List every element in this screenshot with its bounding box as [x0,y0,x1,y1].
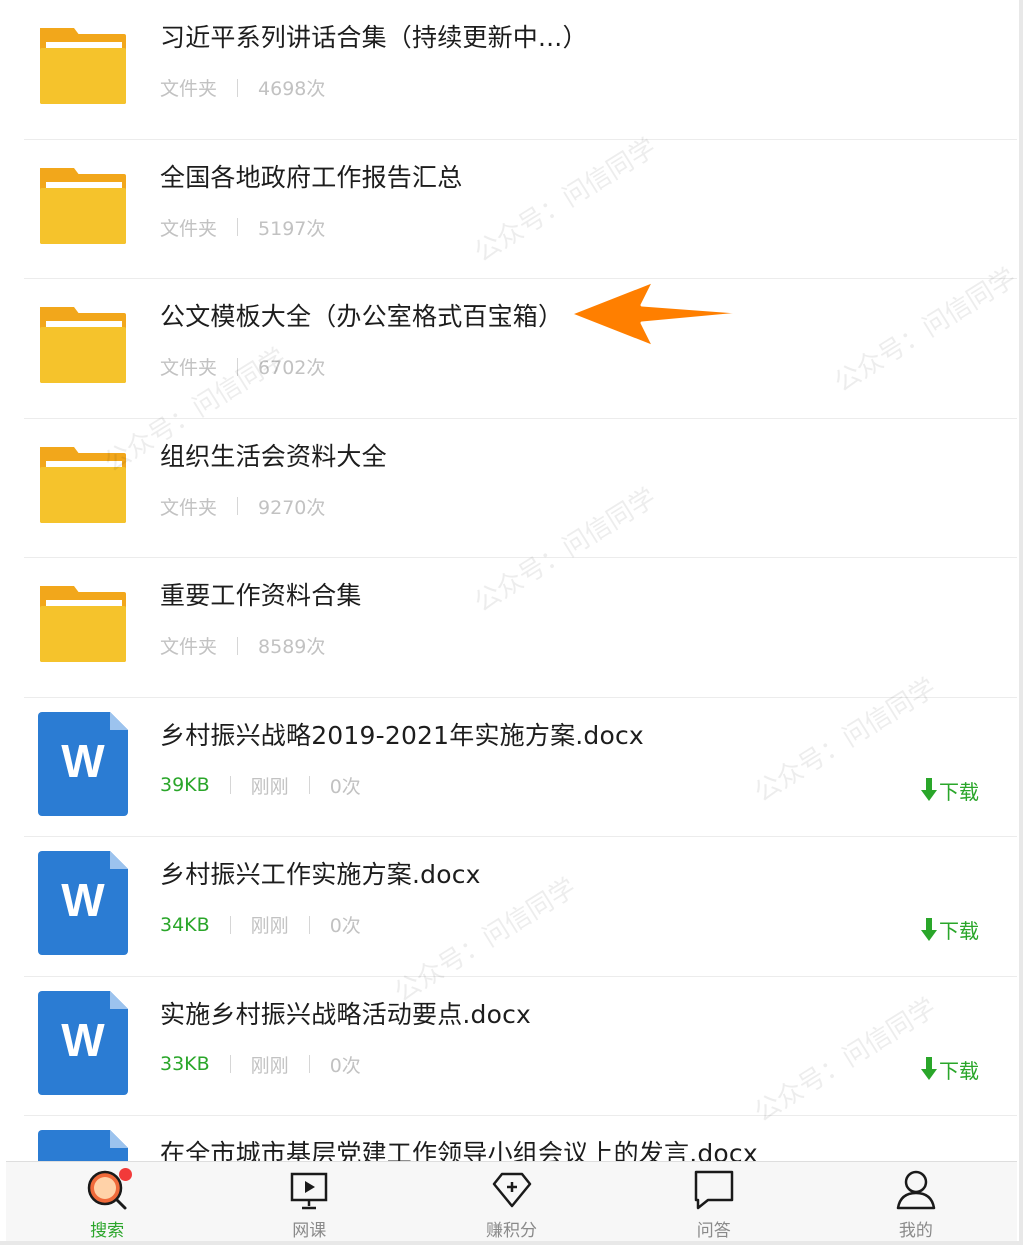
download-label: 下载 [939,779,979,804]
item-title: 组织生活会资料大全 [160,441,387,471]
divider [308,1055,310,1073]
item-count: 5197次 [258,217,326,240]
divider [229,915,231,934]
tab-label: 搜索 [90,1221,125,1241]
divider [308,915,310,934]
item-title: 乡村振兴工作实施方案.docx [160,860,481,889]
word-doc-icon: W [38,711,128,816]
item-count: 6702次 [258,357,326,379]
tab-online-course[interactable]: 网课 [208,1162,410,1241]
item-title: 习近平系列讲话合集（持续更新中...） [160,23,588,52]
item-count: 0次 [329,915,361,937]
folder-icon [40,446,126,523]
divider [237,497,239,515]
item-count: 0次 [329,1054,361,1077]
tab-earn-points[interactable]: 赚积分 [410,1162,612,1241]
word-doc-icon: W [38,990,128,1095]
word-letter: W [61,1013,105,1066]
list-item[interactable]: 重要工作资料合集 文件夹 8589次 [24,558,1017,698]
download-label: 下载 [939,919,979,943]
item-meta: 文件夹 6702次 [160,353,325,380]
item-size: 34KB [160,913,210,936]
item-meta: 文件夹 4698次 [160,74,325,101]
app-screen: 习近平系列讲话合集（持续更新中...） 文件夹 4698次 全国各地政府工作报告… [0,0,1023,1245]
item-title: 公文模板大全（办公室格式百宝箱） [160,302,564,331]
item-meta: 文件夹 9270次 [160,493,325,520]
item-kind: 文件夹 [160,217,218,240]
list-item[interactable]: 组织生活会资料大全 文件夹 9270次 [24,419,1017,558]
item-kind: 文件夹 [160,636,218,658]
download-button[interactable]: 下载 [921,915,979,944]
item-count: 0次 [329,775,361,798]
download-arrow-icon [921,1057,937,1080]
download-arrow-icon [921,917,937,941]
item-count: 8589次 [258,636,326,658]
item-time: 刚刚 [250,915,289,937]
list-item[interactable]: W 乡村振兴工作实施方案.docx 34KB 刚刚 0次 下载 [24,837,1017,977]
tab-label: 我的 [898,1221,933,1241]
word-letter: W [61,874,105,926]
tab-label: 赚积分 [486,1221,537,1241]
folder-icon [40,586,126,662]
item-time: 刚刚 [250,1054,289,1077]
item-meta: 39KB 刚刚 0次 [160,772,361,799]
tab-search[interactable]: 搜索 [6,1162,208,1241]
folder-icon [40,307,126,383]
item-size: 39KB [160,774,210,796]
divider [229,776,231,794]
user-icon [896,1170,936,1210]
divider [237,357,239,376]
download-label: 下载 [939,1058,979,1083]
divider [237,78,239,97]
list-item[interactable]: W 实施乡村振兴战略活动要点.docx 33KB 刚刚 0次 下载 [24,977,1017,1116]
item-kind: 文件夹 [160,496,218,519]
divider [229,1055,231,1073]
chat-bubble-icon [694,1170,733,1210]
download-button[interactable]: 下载 [921,1055,979,1084]
bottom-tab-bar: 搜索 网课 赚积分 问答 我的 [6,1161,1017,1241]
points-diamond-icon [492,1172,531,1208]
item-time: 刚刚 [250,775,289,798]
item-count: 4698次 [258,78,326,100]
item-meta: 34KB 刚刚 0次 [160,911,361,938]
notification-dot [119,1168,132,1181]
tab-label: 问答 [696,1221,731,1241]
annotation-arrow-icon [568,279,752,349]
tab-label: 网课 [292,1221,327,1241]
file-list: 习近平系列讲话合集（持续更新中...） 文件夹 4698次 全国各地政府工作报告… [0,0,1017,1245]
item-meta: 文件夹 8589次 [160,632,325,659]
item-size: 33KB [160,1053,210,1075]
list-item[interactable]: 习近平系列讲话合集（持续更新中...） 文件夹 4698次 [24,0,1017,140]
item-kind: 文件夹 [160,357,218,379]
download-arrow-icon [921,778,937,801]
item-meta: 文件夹 5197次 [160,214,325,241]
tab-qa[interactable]: 问答 [613,1162,815,1241]
item-title: 全国各地政府工作报告汇总 [160,162,463,192]
list-item[interactable]: 全国各地政府工作报告汇总 文件夹 5197次 [24,140,1017,279]
folder-icon [40,167,126,244]
divider [237,218,239,236]
divider [308,776,310,794]
video-lesson-icon [291,1172,328,1210]
folder-icon [40,28,126,104]
tab-mine[interactable]: 我的 [815,1162,1017,1241]
list-item[interactable]: W 乡村振兴战略2019-2021年实施方案.docx 39KB 刚刚 0次 下… [24,698,1017,837]
list-item[interactable]: 公文模板大全（办公室格式百宝箱） 文件夹 6702次 [24,279,1017,419]
item-meta: 33KB 刚刚 0次 [160,1051,361,1078]
word-letter: W [61,734,105,787]
item-title: 乡村振兴战略2019-2021年实施方案.docx [160,720,644,750]
download-button[interactable]: 下载 [921,776,979,805]
word-doc-icon: W [38,851,128,955]
item-kind: 文件夹 [160,78,218,100]
item-count: 9270次 [258,496,326,519]
item-title: 实施乡村振兴战略活动要点.docx [160,999,532,1029]
item-title: 重要工作资料合集 [160,581,362,610]
divider [237,636,239,655]
